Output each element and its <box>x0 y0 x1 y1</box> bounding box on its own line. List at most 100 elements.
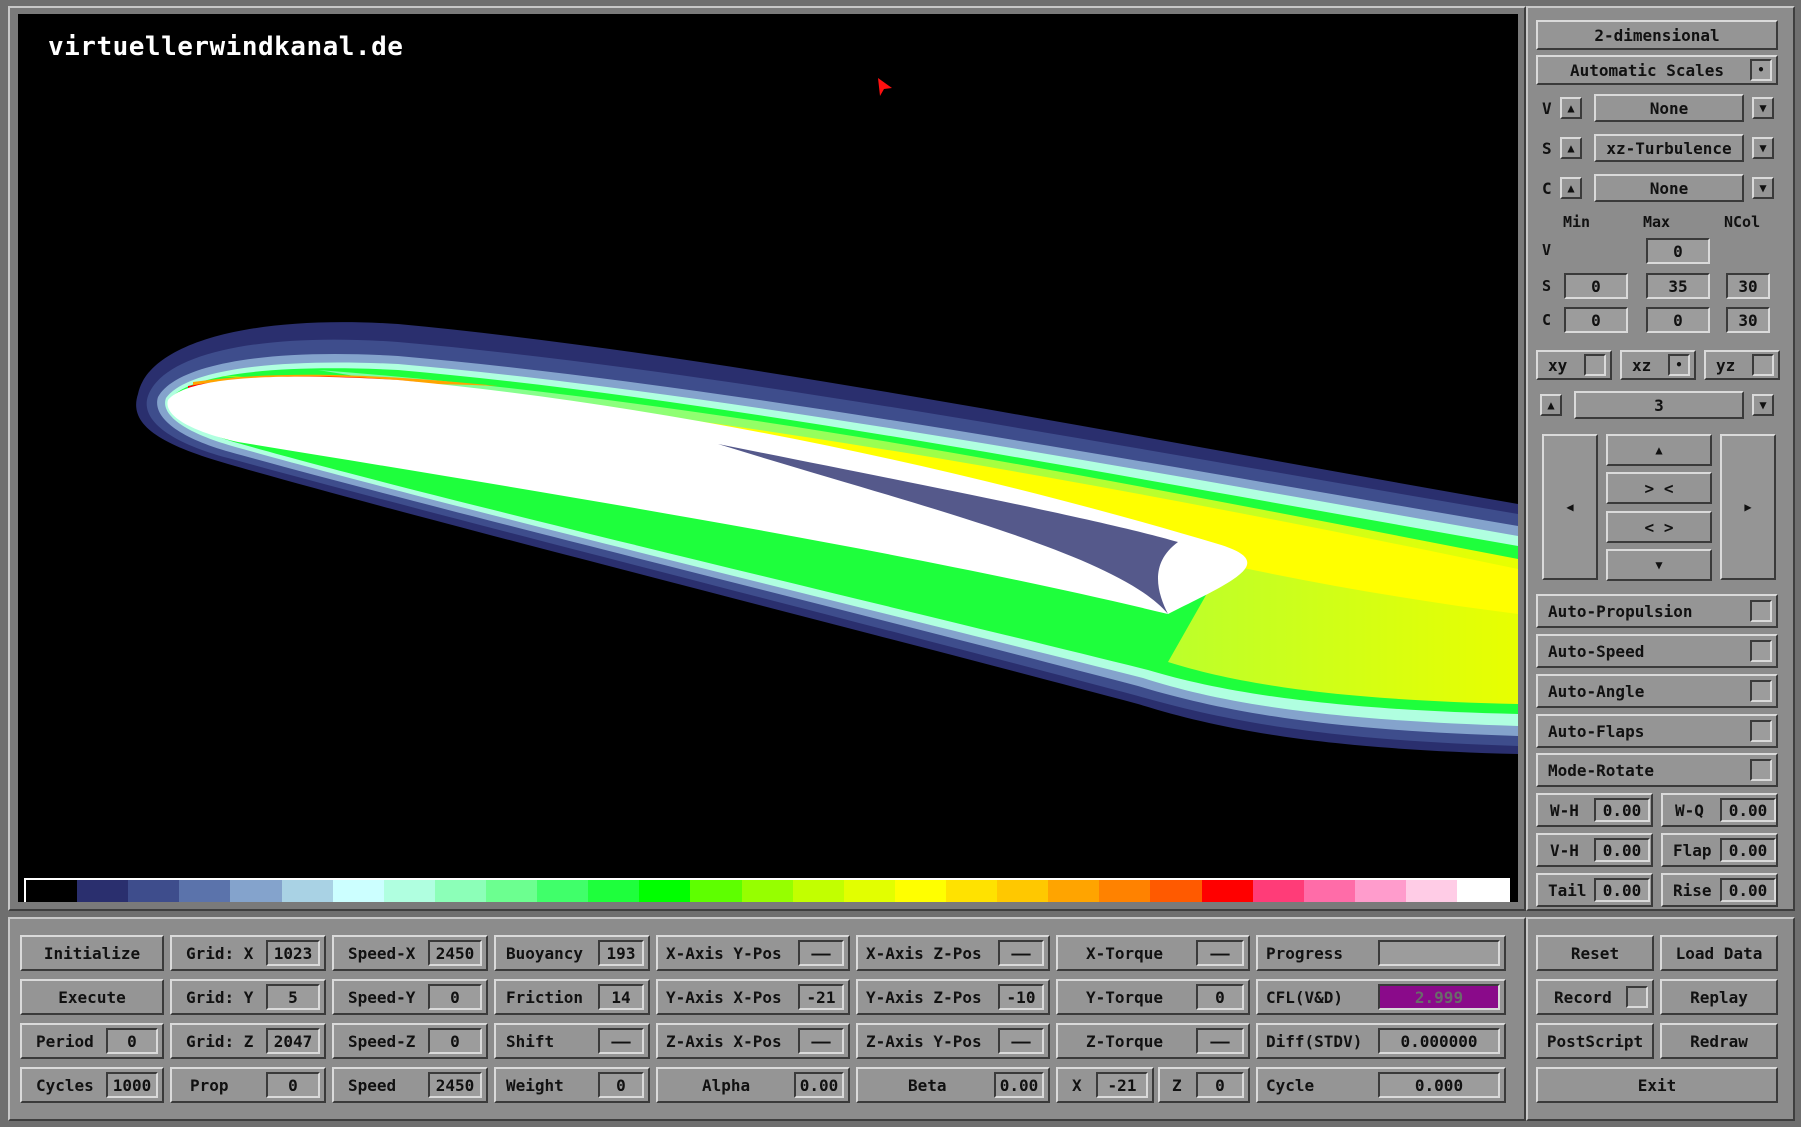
rise-field[interactable]: 0.00 <box>1720 878 1776 902</box>
plane-xy-checkbox[interactable] <box>1584 354 1606 376</box>
shift-field[interactable]: —— <box>598 1028 644 1054</box>
speed-z-field[interactable]: 0 <box>428 1028 482 1054</box>
tail-field[interactable]: 0.00 <box>1594 878 1650 902</box>
c-max-field[interactable]: 0 <box>1646 307 1710 333</box>
v-quantity-select[interactable]: None <box>1594 94 1744 122</box>
v-up-arrow-icon[interactable]: ▲ <box>1560 97 1582 119</box>
flap-label: Flap <box>1673 840 1712 860</box>
z-axis-x-pos-field[interactable]: —— <box>798 1028 844 1054</box>
s-min-field[interactable]: 0 <box>1564 273 1628 299</box>
x-axis-y-pos-field[interactable]: —— <box>798 940 844 966</box>
auto-flaps-toggle[interactable]: Auto-Flaps <box>1536 714 1778 748</box>
z-axis-y-pos-field[interactable]: —— <box>998 1028 1044 1054</box>
y-axis-z-pos-field[interactable]: -10 <box>998 984 1044 1010</box>
auto-speed-checkbox[interactable] <box>1750 640 1772 662</box>
flow-visualization[interactable]: virtuellerwindkanal.de <box>18 14 1518 902</box>
period-field[interactable]: 0 <box>106 1028 158 1054</box>
speed-y-field[interactable]: 0 <box>428 984 482 1010</box>
wh-field[interactable]: 0.00 <box>1594 798 1650 822</box>
speed-x-field[interactable]: 2450 <box>428 940 482 966</box>
c-down-arrow-icon[interactable]: ▼ <box>1752 177 1774 199</box>
color-scale-swatch <box>1048 880 1100 902</box>
prop-field[interactable]: 0 <box>266 1072 320 1098</box>
grid-z-field[interactable]: 2047 <box>266 1028 320 1054</box>
vh-field[interactable]: 0.00 <box>1594 838 1650 862</box>
slice-value[interactable]: 3 <box>1574 391 1744 419</box>
diff-field: 0.000000 <box>1378 1028 1500 1054</box>
flap-field[interactable]: 0.00 <box>1720 838 1776 862</box>
slice-down-arrow-icon[interactable]: ▼ <box>1752 394 1774 416</box>
pan-down-button[interactable]: ▼ <box>1606 549 1712 581</box>
replay-button[interactable]: Replay <box>1660 979 1778 1015</box>
color-scale-swatch <box>332 880 384 902</box>
prop-label: Prop <box>190 1075 229 1095</box>
x-torque-field[interactable]: —— <box>1196 940 1244 966</box>
zoom-out-button[interactable]: < > <box>1606 511 1712 543</box>
weight-field[interactable]: 0 <box>598 1072 644 1098</box>
pan-right-button[interactable]: ▶ <box>1720 434 1776 580</box>
v-down-arrow-icon[interactable]: ▼ <box>1752 97 1774 119</box>
y-axis-x-pos-field[interactable]: -21 <box>798 984 844 1010</box>
speed-field[interactable]: 2450 <box>428 1072 482 1098</box>
s-down-arrow-icon[interactable]: ▼ <box>1752 137 1774 159</box>
tail-label: Tail <box>1548 880 1587 900</box>
s-up-arrow-icon[interactable]: ▲ <box>1560 137 1582 159</box>
grid-x-field[interactable]: 1023 <box>266 940 320 966</box>
execute-button[interactable]: Execute <box>20 979 164 1015</box>
plane-yz-checkbox[interactable] <box>1752 354 1774 376</box>
automatic-scales-toggle[interactable]: Automatic Scales <box>1536 55 1778 85</box>
c-ncol-field[interactable]: 30 <box>1726 307 1770 333</box>
c-row-label: C <box>1542 178 1552 198</box>
v-row-label: V <box>1542 98 1552 118</box>
pan-down-icon: ▼ <box>1655 558 1663 572</box>
grid-y-label: Grid: Y <box>186 987 254 1007</box>
x-pos-field[interactable]: -21 <box>1096 1072 1148 1098</box>
pan-left-button[interactable]: ◀ <box>1542 434 1598 580</box>
postscript-button[interactable]: PostScript <box>1536 1023 1654 1059</box>
auto-angle-toggle[interactable]: Auto-Angle <box>1536 674 1778 708</box>
color-scale-swatch <box>77 880 129 902</box>
initialize-button[interactable]: Initialize <box>20 935 164 971</box>
reset-button[interactable]: Reset <box>1536 935 1654 971</box>
progress-label: Progress <box>1266 943 1344 963</box>
exit-button[interactable]: Exit <box>1536 1067 1778 1103</box>
auto-flaps-checkbox[interactable] <box>1750 720 1772 742</box>
s-quantity-select[interactable]: xz-Turbulence <box>1594 134 1744 162</box>
s-ncol-field[interactable]: 30 <box>1726 273 1770 299</box>
x-axis-z-pos-field[interactable]: —— <box>998 940 1044 966</box>
automatic-scales-checkbox[interactable]: • <box>1750 59 1772 81</box>
c-min-field[interactable]: 0 <box>1564 307 1628 333</box>
mode-rotate-toggle[interactable]: Mode-Rotate <box>1536 753 1778 787</box>
y-torque-label: Y-Torque <box>1086 987 1164 1007</box>
site-label: virtuellerwindkanal.de <box>48 32 404 62</box>
cycles-label: Cycles <box>36 1075 94 1095</box>
auto-propulsion-toggle[interactable]: Auto-Propulsion <box>1536 594 1778 628</box>
mode-rotate-checkbox[interactable] <box>1750 759 1772 781</box>
z-torque-field[interactable]: —— <box>1196 1028 1244 1054</box>
wq-field[interactable]: 0.00 <box>1720 798 1776 822</box>
beta-field[interactable]: 0.00 <box>994 1072 1044 1098</box>
c-up-arrow-icon[interactable]: ▲ <box>1560 177 1582 199</box>
speed-y-label: Speed-Y <box>348 987 416 1007</box>
auto-angle-checkbox[interactable] <box>1750 680 1772 702</box>
mode-2d-button[interactable]: 2-dimensional <box>1536 20 1778 50</box>
record-checkbox[interactable] <box>1626 986 1648 1008</box>
grid-y-field[interactable]: 5 <box>266 984 320 1010</box>
zoom-in-button[interactable]: > < <box>1606 472 1712 504</box>
friction-field[interactable]: 14 <box>598 984 644 1010</box>
cycles-field[interactable]: 1000 <box>106 1072 158 1098</box>
v-max-field[interactable]: 0 <box>1646 238 1710 264</box>
pan-up-button[interactable]: ▲ <box>1606 434 1712 466</box>
plane-xz-checkbox[interactable]: • <box>1668 354 1690 376</box>
load-data-button[interactable]: Load Data <box>1660 935 1778 971</box>
buoyancy-field[interactable]: 193 <box>598 940 644 966</box>
c-quantity-select[interactable]: None <box>1594 174 1744 202</box>
redraw-button[interactable]: Redraw <box>1660 1023 1778 1059</box>
alpha-field[interactable]: 0.00 <box>794 1072 844 1098</box>
y-torque-field[interactable]: 0 <box>1196 984 1244 1010</box>
auto-propulsion-checkbox[interactable] <box>1750 600 1772 622</box>
z-pos-field[interactable]: 0 <box>1196 1072 1244 1098</box>
s-max-field[interactable]: 35 <box>1646 273 1710 299</box>
slice-up-arrow-icon[interactable]: ▲ <box>1540 394 1562 416</box>
auto-speed-toggle[interactable]: Auto-Speed <box>1536 634 1778 668</box>
